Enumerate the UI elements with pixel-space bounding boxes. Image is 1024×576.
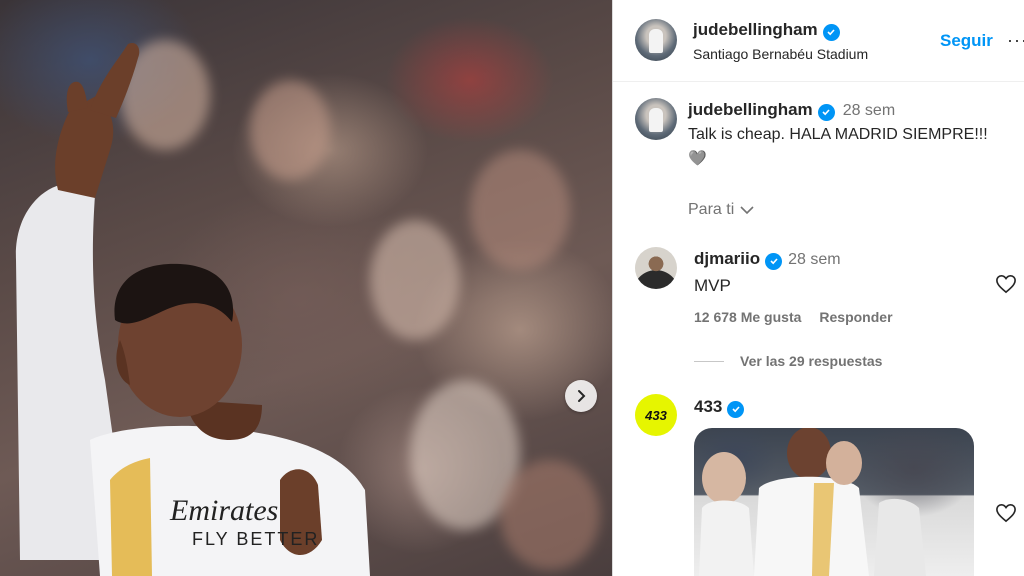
shirt-sponsor: Emirates <box>169 494 278 527</box>
comment-likes[interactable]: 12 678 Me gusta <box>694 309 801 325</box>
comment-actions: 12 678 Me gusta Responder <box>694 309 893 325</box>
caption-username[interactable]: judebellingham <box>688 100 813 119</box>
author-username[interactable]: judebellingham <box>693 20 818 39</box>
translation-label: Para ti <box>688 201 735 218</box>
verified-badge-icon <box>822 23 840 41</box>
comment-username[interactable]: 433 <box>694 397 722 416</box>
caption-author-avatar[interactable] <box>635 98 677 140</box>
post-location[interactable]: Santiago Bernabéu Stadium <box>693 46 868 62</box>
post-header: judebellingham Santiago Bernabéu Stadium… <box>613 0 1024 82</box>
comment-item: 433 <box>694 397 745 418</box>
comment-text: MVP <box>694 275 731 295</box>
verified-badge-icon <box>765 252 783 270</box>
comment-avatar[interactable] <box>635 247 677 289</box>
shirt-slogan: FLY BETTER <box>192 529 319 549</box>
view-replies-label: Ver las 29 respuestas <box>740 353 883 369</box>
caption-time[interactable]: 28 sem <box>843 102 895 119</box>
heart-icon[interactable] <box>995 503 1017 523</box>
comment-time[interactable]: 28 sem <box>788 251 840 268</box>
comment-image-content <box>699 428 926 576</box>
verified-badge-icon <box>817 103 835 121</box>
follow-button[interactable]: Seguir <box>940 31 993 51</box>
chevron-down-icon <box>740 206 754 215</box>
caption: judebellingham 28 sem Talk is cheap. HALA… <box>688 100 1018 167</box>
post-side-panel: judebellingham Santiago Bernabéu Stadium… <box>612 0 1024 576</box>
reply-button[interactable]: Responder <box>819 309 892 325</box>
more-options-icon[interactable]: ··· <box>1007 30 1024 51</box>
author-avatar[interactable] <box>635 19 677 61</box>
comment-username[interactable]: djmariio <box>694 249 760 268</box>
chevron-right-icon <box>578 390 586 402</box>
replies-divider <box>694 360 724 362</box>
comment-item: djmariio 28 sem MVP <box>694 249 994 297</box>
caption-emoji: 🩶 <box>688 149 707 167</box>
player-figure: Emirates FLY BETTER <box>15 42 370 576</box>
carousel-next-button[interactable] <box>565 380 597 412</box>
avatar-logo-text: 433 <box>645 407 667 423</box>
comment-avatar[interactable]: 433 <box>635 394 677 436</box>
comment-image[interactable] <box>694 428 974 576</box>
author-info: judebellingham Santiago Bernabéu Stadium <box>693 20 868 62</box>
caption-text: Talk is cheap. HALA MADRID SIEMPRE!!! <box>688 125 988 143</box>
translation-toggle[interactable]: Para ti <box>688 201 754 219</box>
view-replies[interactable]: Ver las 29 respuestas <box>694 353 882 369</box>
verified-badge-icon <box>727 400 745 418</box>
post-media[interactable]: Emirates FLY BETTER <box>0 0 612 576</box>
heart-icon[interactable] <box>995 274 1017 294</box>
